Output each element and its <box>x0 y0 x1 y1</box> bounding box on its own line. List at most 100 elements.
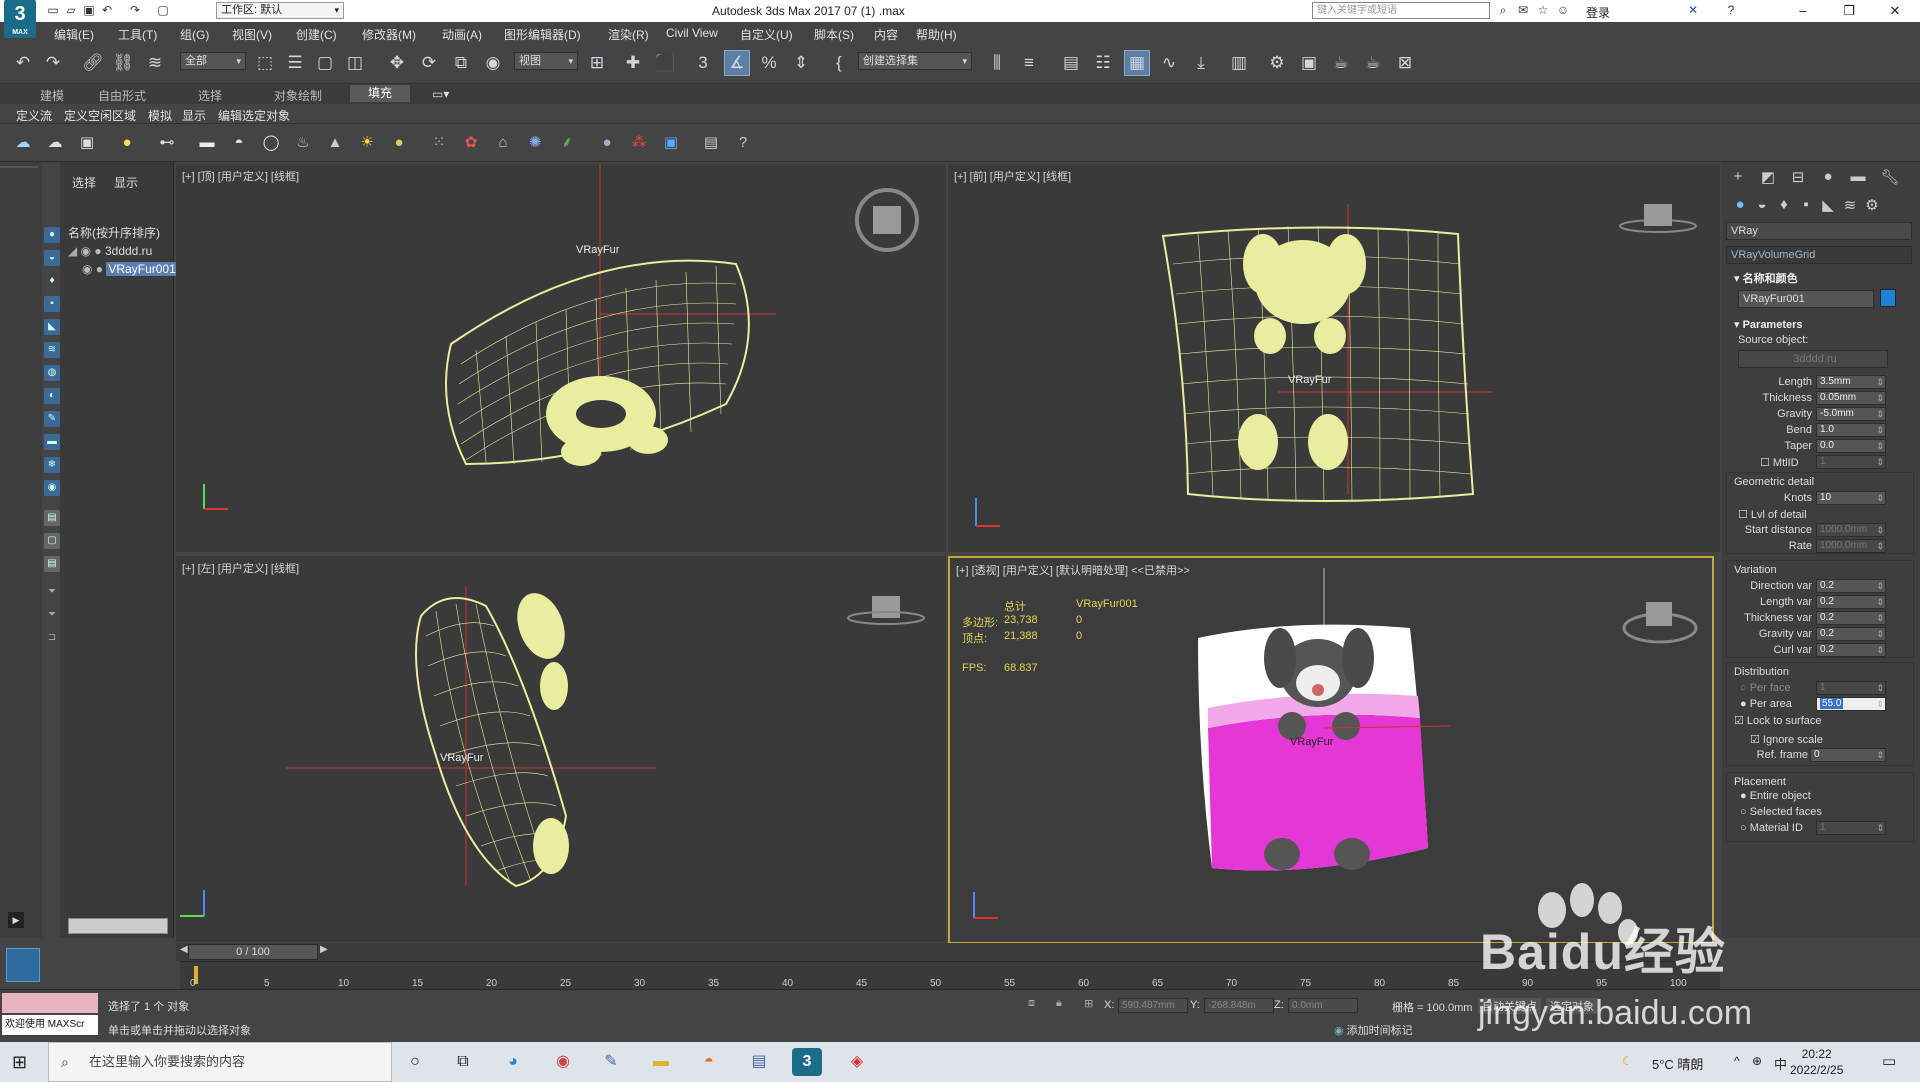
new-file-icon[interactable]: ▭ <box>46 4 60 17</box>
menu-help[interactable]: 帮助(H) <box>916 26 957 43</box>
reference-coord-dropdown[interactable]: 视图 <box>514 52 578 70</box>
cloud-icon[interactable]: ☁ <box>44 132 66 154</box>
per-area-spinner[interactable]: 55.0 <box>1816 697 1886 711</box>
menu-content[interactable]: 内容 <box>874 26 898 43</box>
mtlid-checkbox[interactable]: ☐ MtlID <box>1760 456 1799 469</box>
cameras-category-icon[interactable]: ▪ <box>1794 196 1818 216</box>
help-icon[interactable]: ? <box>1724 4 1738 17</box>
display-geometry-icon[interactable]: ● <box>44 227 60 243</box>
cortana-icon[interactable]: ○ <box>400 1048 430 1076</box>
undo-icon[interactable]: ↶ <box>10 50 36 76</box>
weather-icon[interactable]: ☾ <box>1622 1054 1633 1068</box>
volume-grid-icon[interactable]: ✺ <box>524 132 546 154</box>
maxscript-input[interactable]: 欢迎使用 MAXScr <box>2 1015 98 1035</box>
ies-light-icon[interactable]: ● <box>388 132 410 154</box>
rate-spinner[interactable]: 1000.0mm <box>1816 539 1886 553</box>
plane-icon[interactable]: ▬ <box>196 132 218 154</box>
open-file-icon[interactable]: ▱ <box>64 4 78 17</box>
tab-populate[interactable]: 填充 <box>350 85 411 102</box>
tree-row[interactable]: ◢ ◉ ● 3dddd.ru <box>68 244 174 260</box>
project-folder-icon[interactable]: ▢ <box>156 4 170 17</box>
clock[interactable]: 20:22 2022/2/25 <box>1790 1046 1843 1078</box>
app-logo[interactable]: 3 MAX <box>4 0 36 38</box>
isolate-selection-icon[interactable]: ⧈ <box>1028 997 1035 1010</box>
menu-civil-view[interactable]: Civil View <box>666 26 718 40</box>
paint-icon[interactable]: ✎ <box>596 1048 626 1076</box>
define-flows-button[interactable]: 定义流 <box>16 107 52 124</box>
link-icon[interactable]: 🔗︎ <box>80 50 106 76</box>
length-spinner[interactable]: 3.5mm <box>1816 375 1886 389</box>
viewport-top[interactable]: [+] [顶] [用户定义] [线框] VRayFur <box>176 164 946 552</box>
filter-icon[interactable]: ⏷ <box>44 584 60 600</box>
helpers-category-icon[interactable]: ◣ <box>1816 196 1840 216</box>
close-button[interactable]: ✕ <box>1872 0 1918 22</box>
display-invert-icon[interactable]: ▤ <box>44 556 60 572</box>
proxy-icon[interactable]: ⌂ <box>492 132 514 154</box>
snaps-toggle-icon[interactable]: 3 <box>690 50 716 76</box>
material-id-spinner[interactable]: 1 <box>1816 821 1886 835</box>
simulate-button[interactable]: 模拟 <box>148 107 172 124</box>
tray-chevron-icon[interactable]: ^ <box>1734 1054 1740 1068</box>
tab-modeling[interactable]: 建模 <box>40 87 64 104</box>
login-link[interactable]: 登录 <box>1586 4 1610 21</box>
menu-modifiers[interactable]: 修改器(M) <box>362 26 416 43</box>
window-crossing-icon[interactable]: ◫ <box>342 50 368 76</box>
layer-explorer-icon[interactable]: ☷ <box>1090 50 1116 76</box>
systems-category-icon[interactable]: ⚙ <box>1860 196 1884 216</box>
rectangular-selection-icon[interactable]: ▢ <box>312 50 338 76</box>
display-cameras-icon[interactable]: ▪ <box>44 296 60 312</box>
viewport-front[interactable]: [+] [前] [用户定义] [线框] VRayFur <box>948 164 1720 552</box>
display-lights-icon[interactable]: ♦ <box>44 273 60 289</box>
z-coord-field[interactable]: 0.0mm <box>1288 998 1358 1013</box>
time-slider-thumb[interactable]: 0 / 100 <box>188 944 318 960</box>
per-area-radio[interactable]: ● Per area <box>1740 698 1792 710</box>
ime-indicator[interactable]: 中 <box>1774 1054 1787 1073</box>
binoculars-icon[interactable]: ⌕ <box>1496 4 1510 17</box>
rendered-frame-window-icon[interactable]: ▣ <box>1296 50 1322 76</box>
per-face-radio[interactable]: ○ Per face <box>1740 682 1791 694</box>
menu-create[interactable]: 创建(C) <box>296 26 337 43</box>
knots-spinner[interactable]: 10 <box>1816 491 1886 505</box>
object-name-input[interactable]: VRayFur001 <box>1738 290 1874 308</box>
weather-text[interactable]: 5°C 晴朗 <box>1652 1054 1703 1073</box>
app-icon[interactable]: ◉ <box>548 1048 578 1076</box>
teapot-object-icon[interactable]: ♨ <box>292 132 314 154</box>
sun-icon[interactable]: ☀ <box>356 132 378 154</box>
material-editor-icon[interactable]: ▥ <box>1226 50 1252 76</box>
start-distance-spinner[interactable]: 1000.0mm <box>1816 523 1886 537</box>
motion-tab-icon[interactable]: ● <box>1816 168 1840 188</box>
se-column-header[interactable]: 名称(按升序排序) <box>68 224 174 242</box>
prev-frame-icon[interactable]: ◀ <box>180 944 188 955</box>
exchange-icon[interactable]: ✕ <box>1686 4 1700 17</box>
pivot-center-icon[interactable]: ⊞ <box>584 50 610 76</box>
ribbon-toggle-icon[interactable]: ▦ <box>1124 50 1150 76</box>
layer-icon[interactable]: ⊐ <box>44 630 60 646</box>
taskbar-search-input[interactable]: ⌕ 在这里输入你要搜索的内容 <box>48 1042 392 1082</box>
create-tab-icon[interactable]: + <box>1726 168 1750 188</box>
menu-views[interactable]: 视图(V) <box>232 26 272 43</box>
taper-spinner[interactable]: 0.0 <box>1816 439 1886 453</box>
display-button[interactable]: 显示 <box>182 107 206 124</box>
menu-edit[interactable]: 编辑(E) <box>54 26 94 43</box>
se-tab-select[interactable]: 选择 <box>72 174 96 191</box>
teapot-icon[interactable]: ☁ <box>12 132 34 154</box>
notification-icon[interactable]: ▭ <box>1882 1052 1896 1070</box>
maxscript-mini-listener[interactable] <box>2 993 98 1013</box>
length-var-spinner[interactable]: 0.2 <box>1816 595 1886 609</box>
select-manipulate-icon[interactable]: ✚ <box>620 50 646 76</box>
display-tab-icon[interactable]: ▬ <box>1846 168 1870 188</box>
spinner-snap-icon[interactable]: ⇕ <box>788 50 814 76</box>
scene-explorer-icon[interactable]: ▤ <box>1058 50 1084 76</box>
light-icon[interactable]: ● <box>116 132 138 154</box>
redo-icon[interactable]: ↷ <box>40 50 66 76</box>
maximize-button[interactable]: ❐ <box>1826 0 1872 22</box>
filter-settings-icon[interactable]: ⏷ <box>44 607 60 623</box>
ignore-scale-checkbox[interactable]: ☑ Ignore scale <box>1750 733 1823 746</box>
modify-tab-icon[interactable]: ◩ <box>1756 168 1780 188</box>
render-iterative-icon[interactable]: ☕ <box>1360 50 1386 76</box>
lock-to-surface-checkbox[interactable]: ☑ Lock to surface <box>1734 714 1822 727</box>
define-idle-areas-button[interactable]: 定义空闲区域 <box>64 107 136 124</box>
viewport-layout-icon[interactable] <box>6 948 40 982</box>
edit-named-selection-icon[interactable]: { <box>826 50 852 76</box>
communication-icon[interactable]: ✉ <box>1516 4 1530 17</box>
